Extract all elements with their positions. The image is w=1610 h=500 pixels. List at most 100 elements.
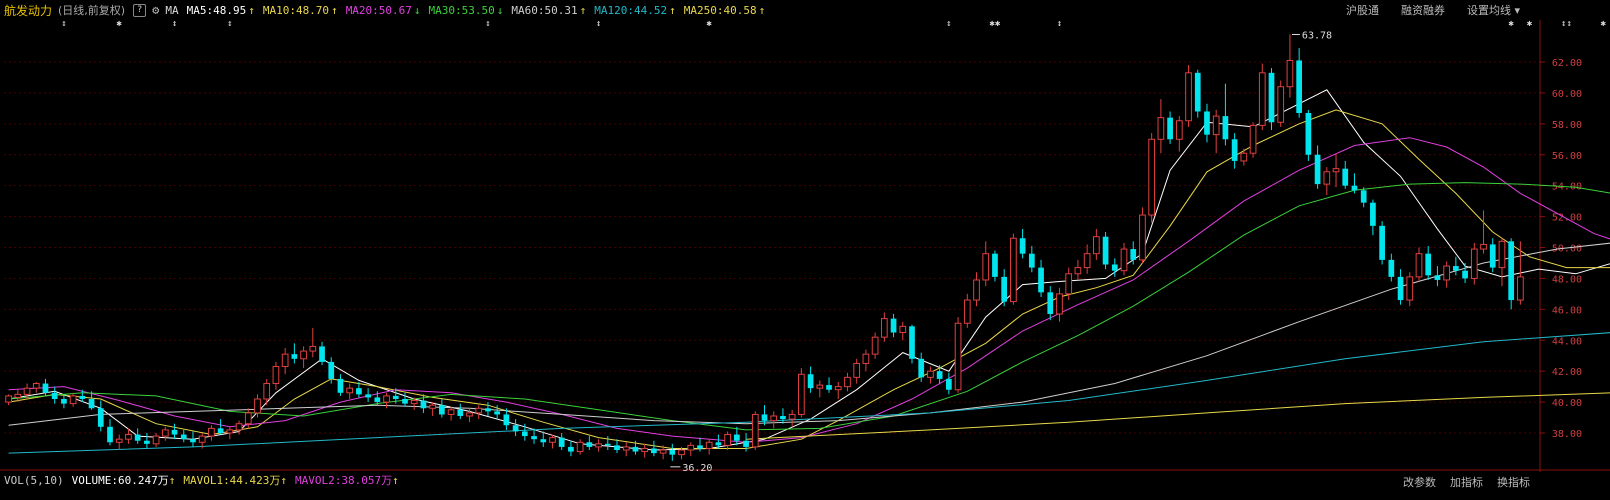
- candle-body: [134, 434, 141, 441]
- candle-body: [171, 429, 178, 435]
- low-price-label: 36.20: [682, 463, 712, 472]
- candle-body: [992, 253, 998, 277]
- price-tick-label: 56.00: [1552, 151, 1582, 162]
- candle-body: [1157, 117, 1165, 140]
- candle-body: [724, 434, 731, 446]
- candle-body: [807, 374, 814, 389]
- trend-arrow-icon: ↑: [280, 474, 288, 487]
- candle-body: [1286, 59, 1294, 88]
- vol-value-0: VOLUME:60.247万↑: [71, 474, 176, 487]
- candle-body: [392, 395, 399, 399]
- vol-label: VOL(5,10): [4, 473, 64, 487]
- candle-body: [23, 387, 31, 395]
- change-params-button[interactable]: 改参数: [1403, 474, 1436, 490]
- trend-arrow-icon: ↑: [392, 474, 399, 487]
- candle-body: [1296, 60, 1303, 114]
- candle-body: [5, 395, 12, 403]
- set-ma-button[interactable]: 设置均线 ▾: [1467, 2, 1520, 18]
- candle-body: [946, 378, 952, 390]
- price-chart[interactable]: 62.00 60.00 58.00 56.00 54.00 52.00 50.00 48.00…: [0, 19, 1610, 474]
- candle-body: [798, 373, 805, 415]
- margin-trading-button[interactable]: 融资融券: [1401, 2, 1445, 18]
- candle-body: [254, 398, 261, 414]
- candle-body: [622, 446, 630, 451]
- candle-body: [365, 394, 371, 398]
- candle-body: [198, 435, 206, 443]
- ma-value-3: MA30:53.50 ↓: [428, 3, 504, 17]
- candle-body: [1240, 152, 1248, 162]
- help-icon[interactable]: ?: [133, 3, 147, 17]
- candle-body: [1028, 253, 1035, 268]
- candle-body: [604, 443, 611, 446]
- event-marker-icon: ✱: [1527, 20, 1533, 29]
- trend-arrow-icon: ↑: [248, 3, 255, 17]
- candle-body: [1102, 236, 1109, 265]
- gear-icon[interactable]: ⚙: [152, 3, 159, 17]
- candle-body: [586, 442, 593, 447]
- candle-body: [244, 412, 252, 425]
- candle-body: [410, 400, 418, 405]
- candle-body: [1185, 72, 1192, 122]
- candle-body: [32, 383, 40, 389]
- price-tick-label: 42.00: [1552, 367, 1582, 378]
- switch-indicator-button[interactable]: 换指标: [1497, 474, 1530, 490]
- ma-line-ma30: [8, 182, 1610, 431]
- candle-body: [69, 395, 77, 405]
- candle-body: [844, 376, 851, 388]
- candle-body: [751, 413, 759, 448]
- ma-value-6: MA250:40.58 ↑: [683, 3, 766, 17]
- candle-body: [272, 366, 280, 385]
- candle-body: [549, 437, 556, 443]
- hk-connect-button[interactable]: 沪股通: [1346, 2, 1379, 18]
- candle-body: [1130, 249, 1137, 260]
- price-tick-label: 58.00: [1552, 120, 1582, 131]
- candle-body: [715, 442, 722, 446]
- candle-body: [1148, 138, 1156, 216]
- candle-body: [641, 447, 649, 453]
- candle-body: [1470, 248, 1478, 279]
- candle-body: [485, 408, 491, 412]
- candle-body: [190, 439, 196, 443]
- candle-body: [356, 388, 362, 395]
- chevron-down-icon: ▾: [1514, 4, 1520, 17]
- event-marker-icon: ✱: [117, 20, 123, 29]
- trend-arrow-icon: ↑: [579, 3, 587, 17]
- event-marker-icon: ↕: [172, 20, 177, 29]
- candle-body: [659, 449, 667, 454]
- candle-body: [1342, 168, 1349, 186]
- indicator-buttons: 改参数 加指标 换指标: [1403, 474, 1530, 490]
- candle-body: [733, 434, 740, 441]
- stock-title[interactable]: 航发动力: [4, 2, 52, 19]
- candle-body: [568, 446, 574, 452]
- candle-body: [79, 395, 86, 399]
- candle-body: [531, 436, 537, 440]
- add-indicator-button[interactable]: 加指标: [1450, 474, 1483, 490]
- event-marker-icon: ↕: [946, 20, 951, 29]
- candle-body: [780, 415, 786, 420]
- candle-body: [161, 429, 169, 437]
- candle-body: [1517, 276, 1524, 301]
- candle-body: [936, 371, 943, 379]
- set-ma-label: 设置均线: [1466, 4, 1511, 17]
- candle-body: [420, 400, 427, 409]
- ma-value-5: MA120:44.52 ↑: [594, 3, 676, 17]
- candle-body: [1231, 139, 1238, 161]
- volume-header: VOL(5,10) VOLUME:60.247万↑ MAVOL1:44.423万↑…: [0, 472, 1610, 488]
- candle-body: [115, 438, 123, 443]
- candle-body: [97, 408, 104, 427]
- candle-body: [1508, 241, 1515, 301]
- event-marker-icon: ✱: [1601, 20, 1607, 29]
- price-tick-label: 40.00: [1552, 398, 1582, 409]
- candle-body: [1370, 202, 1376, 226]
- candle-body: [1001, 276, 1008, 302]
- candlestick-chart[interactable]: 62.0060.0058.0056.0054.0052.0050.0048.00…: [0, 19, 1610, 474]
- candle-body: [1480, 243, 1487, 250]
- candle-body: [853, 362, 861, 378]
- event-marker-icon: ✱: [1508, 20, 1514, 29]
- ma-values: MA5:48.95 ↑ MA10:48.70 ↑ MA20:50.67 ↓ MA30:53.…: [179, 4, 766, 17]
- candle-body: [14, 393, 22, 398]
- candle-body: [466, 412, 473, 417]
- candle-body: [918, 358, 925, 378]
- candle-body: [144, 440, 150, 444]
- candle-body: [503, 414, 510, 426]
